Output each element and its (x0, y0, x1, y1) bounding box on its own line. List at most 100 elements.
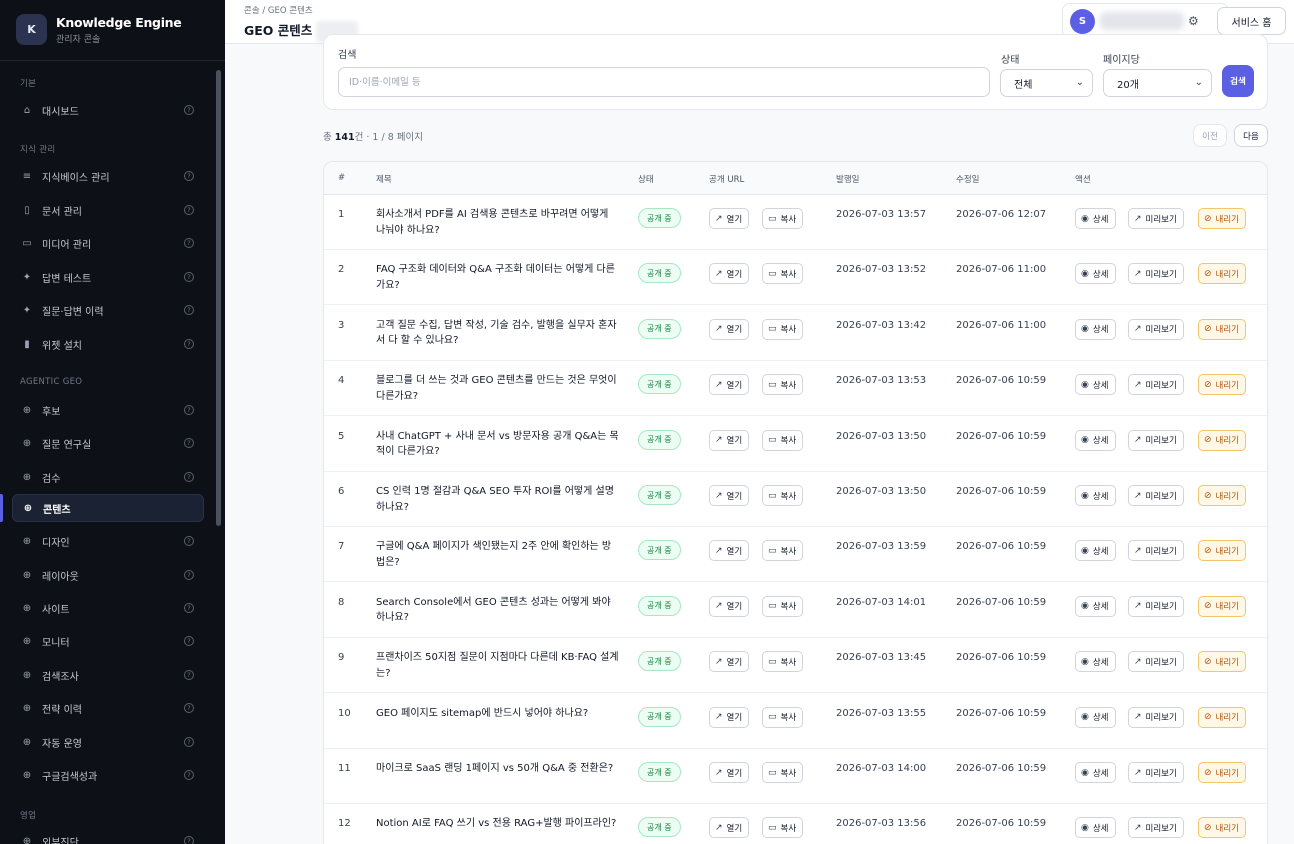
help-icon[interactable]: ? (184, 305, 194, 315)
gear-icon[interactable]: ⚙ (1188, 14, 1199, 28)
preview-button[interactable]: ↗ 미리보기 (1128, 651, 1184, 673)
sidebar-item[interactable]: ⊕ 사이트? (12, 594, 204, 622)
detail-button[interactable]: ◉ 상세 (1075, 706, 1116, 728)
help-icon[interactable]: ? (184, 603, 194, 613)
detail-button[interactable]: ◉ 상세 (1075, 208, 1116, 229)
preview-button[interactable]: ↗ 미리보기 (1128, 762, 1184, 783)
service-home-button[interactable]: 서비스 홈 (1217, 7, 1286, 35)
detail-button[interactable]: ◉ 상세 (1075, 429, 1116, 451)
brand[interactable]: K Knowledge Engine 관리자 콘솔 (16, 14, 182, 45)
open-url-button[interactable]: ↗ 열기 (709, 429, 750, 451)
preview-button[interactable]: ↗ 미리보기 (1128, 595, 1184, 617)
sidebar-item[interactable]: ⊕ 콘텐츠 (12, 494, 204, 522)
preview-button[interactable]: ↗ 미리보기 (1128, 429, 1184, 451)
copy-url-button[interactable]: ▭ 복사 (762, 817, 804, 839)
unpublish-button[interactable]: ⊘ 내리기 (1198, 540, 1247, 562)
prev-page-button[interactable]: 이전 (1193, 124, 1227, 147)
sidebar-item[interactable]: ⊕ 구글검색성과? (12, 761, 204, 789)
copy-url-button[interactable]: ▭ 복사 (762, 374, 804, 396)
detail-button[interactable]: ◉ 상세 (1075, 318, 1116, 340)
unpublish-button[interactable]: ⊘ 내리기 (1198, 429, 1247, 451)
next-page-button[interactable]: 다음 (1234, 124, 1268, 147)
unpublish-button[interactable]: ⊘ 내리기 (1198, 318, 1247, 340)
unpublish-button[interactable]: ⊘ 내리기 (1198, 485, 1247, 506)
detail-button[interactable]: ◉ 상세 (1075, 263, 1116, 285)
search-button[interactable]: 검색 (1222, 65, 1254, 97)
status-select[interactable]: 전체 ⌄ (1000, 69, 1093, 97)
help-icon[interactable]: ? (184, 770, 194, 780)
sidebar-item[interactable]: ▭ 미디어 관리? (12, 229, 204, 257)
open-url-button[interactable]: ↗ 열기 (709, 762, 750, 783)
open-url-button[interactable]: ↗ 열기 (709, 263, 750, 285)
sidebar-item[interactable]: ⊕ 모니터? (12, 627, 204, 655)
open-url-button[interactable]: ↗ 열기 (709, 540, 750, 562)
help-icon[interactable]: ? (184, 636, 194, 646)
open-url-button[interactable]: ↗ 열기 (709, 817, 750, 839)
preview-button[interactable]: ↗ 미리보기 (1128, 263, 1184, 285)
search-input[interactable] (338, 67, 990, 97)
help-icon[interactable]: ? (184, 171, 194, 181)
help-icon[interactable]: ? (184, 272, 194, 282)
help-icon[interactable]: ? (184, 570, 194, 580)
copy-url-button[interactable]: ▭ 복사 (762, 762, 804, 783)
copy-url-button[interactable]: ▭ 복사 (762, 651, 804, 673)
help-icon[interactable]: ? (184, 472, 194, 482)
open-url-button[interactable]: ↗ 열기 (709, 595, 750, 617)
preview-button[interactable]: ↗ 미리보기 (1128, 485, 1184, 506)
breadcrumb[interactable]: 콘솔 / GEO 콘텐츠 (244, 4, 313, 16)
open-url-button[interactable]: ↗ 열기 (709, 651, 750, 673)
detail-button[interactable]: ◉ 상세 (1075, 540, 1116, 562)
sidebar-item[interactable]: ⊕ 후보? (12, 396, 204, 424)
open-url-button[interactable]: ↗ 열기 (709, 485, 750, 506)
unpublish-button[interactable]: ⊘ 내리기 (1198, 208, 1247, 229)
sidebar-item[interactable]: ▮ 위젯 설치? (12, 330, 204, 358)
detail-button[interactable]: ◉ 상세 (1075, 762, 1116, 783)
unpublish-button[interactable]: ⊘ 내리기 (1198, 817, 1247, 839)
detail-button[interactable]: ◉ 상세 (1075, 485, 1116, 506)
unpublish-button[interactable]: ⊘ 내리기 (1198, 706, 1247, 728)
help-icon[interactable]: ? (184, 836, 194, 844)
help-icon[interactable]: ? (184, 703, 194, 713)
sidebar-item[interactable]: ⊕ 자동 운영? (12, 728, 204, 756)
sidebar-item[interactable]: ≡ 지식베이스 관리? (12, 162, 204, 190)
unpublish-button[interactable]: ⊘ 내리기 (1198, 651, 1247, 673)
copy-url-button[interactable]: ▭ 복사 (762, 485, 804, 506)
unpublish-button[interactable]: ⊘ 내리기 (1198, 595, 1247, 617)
copy-url-button[interactable]: ▭ 복사 (762, 595, 804, 617)
help-icon[interactable]: ? (184, 737, 194, 747)
help-icon[interactable]: ? (184, 205, 194, 215)
sidebar-scrollbar[interactable] (216, 70, 221, 526)
copy-url-button[interactable]: ▭ 복사 (762, 318, 804, 340)
copy-url-button[interactable]: ▭ 복사 (762, 429, 804, 451)
preview-button[interactable]: ↗ 미리보기 (1128, 374, 1184, 396)
detail-button[interactable]: ◉ 상세 (1075, 595, 1116, 617)
sidebar-item[interactable]: ✦ 답변 테스트? (12, 263, 204, 291)
sidebar-item[interactable]: ⊕ 검색조사? (12, 661, 204, 689)
copy-url-button[interactable]: ▭ 복사 (762, 706, 804, 728)
sidebar-item[interactable]: ⊕ 질문 연구실? (12, 429, 204, 457)
unpublish-button[interactable]: ⊘ 내리기 (1198, 374, 1247, 396)
preview-button[interactable]: ↗ 미리보기 (1128, 817, 1184, 839)
open-url-button[interactable]: ↗ 열기 (709, 706, 750, 728)
help-icon[interactable]: ? (184, 105, 194, 115)
detail-button[interactable]: ◉ 상세 (1075, 651, 1116, 673)
open-url-button[interactable]: ↗ 열기 (709, 318, 750, 340)
help-icon[interactable]: ? (184, 405, 194, 415)
preview-button[interactable]: ↗ 미리보기 (1128, 318, 1184, 340)
sidebar-item[interactable]: ⊕ 외부진단? (12, 827, 204, 844)
sidebar-item[interactable]: ⊕ 전략 이력? (12, 694, 204, 722)
detail-button[interactable]: ◉ 상세 (1075, 817, 1116, 839)
preview-button[interactable]: ↗ 미리보기 (1128, 540, 1184, 562)
help-icon[interactable]: ? (184, 670, 194, 680)
detail-button[interactable]: ◉ 상세 (1075, 374, 1116, 396)
help-icon[interactable]: ? (184, 339, 194, 349)
sidebar-item[interactable]: ⊕ 검수? (12, 463, 204, 491)
open-url-button[interactable]: ↗ 열기 (709, 208, 750, 229)
preview-button[interactable]: ↗ 미리보기 (1128, 706, 1184, 728)
copy-url-button[interactable]: ▭ 복사 (762, 263, 804, 285)
copy-url-button[interactable]: ▭ 복사 (762, 540, 804, 562)
sidebar-item[interactable]: ⊕ 디자인? (12, 527, 204, 555)
sidebar-item[interactable]: ▯ 문서 관리? (12, 196, 204, 224)
help-icon[interactable]: ? (184, 238, 194, 248)
unpublish-button[interactable]: ⊘ 내리기 (1198, 762, 1247, 783)
